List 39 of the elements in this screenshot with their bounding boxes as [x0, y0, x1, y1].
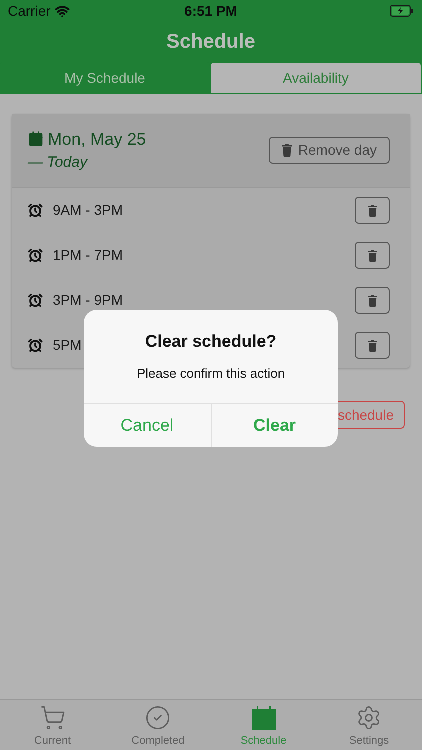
- trash-icon: [368, 204, 378, 216]
- delete-shift-button[interactable]: [355, 287, 390, 314]
- tab-bar-item[interactable]: Settings: [316, 700, 422, 750]
- shift-time: 1PM - 7PM: [53, 246, 124, 265]
- remove-day-button[interactable]: Remove day: [269, 137, 390, 164]
- calendar-icon: [28, 131, 44, 148]
- delete-shift-button[interactable]: [355, 242, 390, 269]
- status-time: 6:51 PM: [184, 2, 238, 20]
- shift-time: 9AM - 3PM: [53, 201, 124, 220]
- calendar-icon: [250, 704, 277, 730]
- check-circle-icon: [145, 704, 172, 730]
- shift-time: 3PM - 9PM: [53, 291, 124, 310]
- day-date: Mon, May 25: [48, 128, 146, 150]
- delete-shift-button[interactable]: [355, 197, 390, 224]
- trash-icon: [368, 294, 378, 306]
- dialog-message: Please confirm this action: [136, 364, 286, 382]
- segment-tab[interactable]: Availability: [210, 62, 422, 94]
- clear-button[interactable]: Clear: [210, 404, 338, 447]
- today-note: — Today: [28, 153, 90, 173]
- carrier-label: Carrier: [8, 2, 51, 20]
- trash-icon: [368, 250, 378, 262]
- tab-bar-item[interactable]: Schedule: [211, 700, 316, 750]
- battery-icon: [390, 5, 414, 17]
- alarm-clock-icon: [28, 293, 43, 308]
- cancel-button[interactable]: Cancel: [84, 404, 210, 447]
- trash-icon: [282, 144, 292, 157]
- alarm-clock-icon: [28, 338, 43, 353]
- tab-bar-item[interactable]: Completed: [106, 700, 211, 750]
- shift-time: 5PM: [53, 336, 82, 355]
- delete-shift-button[interactable]: [355, 332, 390, 359]
- tab-bar-item[interactable]: Current: [0, 700, 106, 750]
- screen-title: Schedule: [166, 30, 256, 55]
- dialog-title: Clear schedule?: [145, 331, 277, 353]
- alarm-clock-icon: [28, 203, 43, 218]
- alarm-clock-icon: [28, 248, 43, 263]
- cart-icon: [40, 704, 66, 730]
- gear-icon: [356, 704, 382, 730]
- trash-icon: [368, 340, 378, 352]
- wifi-icon: [54, 4, 70, 18]
